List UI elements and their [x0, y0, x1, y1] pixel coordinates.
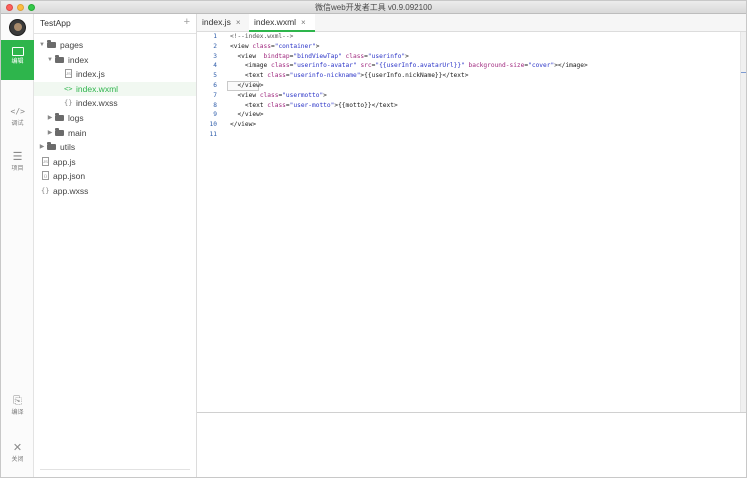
tree-item-index-wxml[interactable]: <> index.wxml	[34, 82, 196, 96]
chevron-right-icon: ▶	[47, 115, 53, 121]
explorer-header: TestApp +	[34, 14, 196, 34]
code-line: </view>	[230, 121, 257, 129]
wxss-file-icon: {}	[64, 99, 73, 107]
editor-scrollbar[interactable]	[740, 32, 746, 412]
code-editor: index.js × index.wxml × 1 2 3 4 5 6 7 8 9 …	[197, 14, 746, 477]
tree-item-label: app.wxss	[53, 186, 89, 196]
tree-item-utils[interactable]: ▶ utils	[34, 140, 196, 154]
activity-bar: 编辑 </> 调试 ☰ 项目 ⎘ 编译 ✕ 关闭	[1, 14, 34, 477]
code-line: </view>	[230, 82, 264, 89]
tree-item-label: index.js	[76, 69, 105, 79]
line-number: 2	[213, 42, 217, 50]
activity-close-label: 关闭	[11, 457, 24, 463]
tree-item-app-js[interactable]: JS app.js	[34, 155, 196, 169]
tab-label: index.wxml	[254, 17, 297, 27]
tree-item-label: utils	[60, 142, 76, 152]
close-icon: ✕	[12, 442, 23, 454]
tree-item-index-wxss[interactable]: {} index.wxss	[34, 96, 196, 110]
tree-item-label: main	[68, 128, 87, 138]
activity-compile[interactable]: ⎘ 编译	[1, 389, 34, 429]
tree-item-label: app.json	[53, 171, 86, 181]
activity-close[interactable]: ✕ 关闭	[1, 436, 34, 476]
list-icon: ☰	[12, 151, 23, 163]
chevron-right-icon: ▶	[47, 130, 53, 136]
js-file-icon: JS	[42, 157, 49, 166]
chevron-down-icon: ▼	[47, 57, 53, 63]
code-brackets-icon: </>	[10, 107, 25, 116]
code-line: </view>	[230, 111, 264, 119]
user-avatar[interactable]	[9, 19, 26, 36]
file-explorer: TestApp + ▼ pages ▼ index JS index.js <>…	[34, 14, 197, 477]
tab-index-wxml[interactable]: index.wxml ×	[249, 14, 315, 32]
scrollbar-marker	[741, 72, 746, 73]
app-window: 微信web开发者工具 v0.9.092100 编辑 </> 调试 ☰ 项目 ⎘ …	[0, 0, 747, 478]
tree-item-label: index.wxml	[76, 84, 119, 94]
code-line: <!--index.wxml-->	[230, 33, 294, 40]
code-line: <view class="container">	[230, 42, 320, 50]
code-line: <text class="userinfo-nickname">{{userIn…	[230, 72, 469, 80]
editor-tab-bar: index.js × index.wxml ×	[197, 14, 746, 32]
project-name: TestApp	[40, 18, 71, 28]
line-number: 9	[213, 111, 217, 119]
chevron-down-icon: ▼	[39, 42, 45, 48]
activity-debug-label: 调试	[11, 121, 24, 127]
tab-label: index.js	[202, 17, 231, 27]
folder-icon	[47, 40, 56, 48]
wxss-file-icon: {}	[41, 187, 50, 195]
activity-compile-label: 编译	[11, 410, 24, 416]
line-number: 4	[213, 62, 217, 70]
tree-item-label: app.js	[53, 157, 76, 167]
editor-bottom-divider	[197, 412, 746, 413]
line-number: 10	[209, 121, 217, 129]
line-number: 7	[213, 91, 217, 99]
tree-item-main[interactable]: ▶ main	[34, 126, 196, 140]
compile-icon: ⎘	[13, 395, 22, 407]
edit-icon	[11, 47, 24, 56]
activity-debug[interactable]: </> 调试	[1, 100, 34, 140]
tree-item-app-json[interactable]: {} app.json	[34, 169, 196, 183]
line-number: 3	[213, 52, 217, 60]
tree-item-pages[interactable]: ▼ pages	[34, 38, 196, 52]
line-number: 1	[213, 33, 217, 40]
activity-edit[interactable]: 编辑	[1, 40, 34, 80]
code-line: <text class="user-motto">{{motto}}</text…	[230, 101, 398, 109]
wxml-file-icon: <>	[64, 85, 73, 93]
line-number: 6	[213, 82, 217, 89]
chevron-right-icon: ▶	[39, 144, 45, 150]
window-title: 微信web开发者工具 v0.9.092100	[315, 3, 432, 12]
tab-close-icon[interactable]: ×	[301, 18, 306, 27]
tab-index-js[interactable]: index.js ×	[197, 14, 249, 32]
folder-icon	[55, 55, 64, 63]
activity-edit-label: 编辑	[11, 59, 24, 65]
code-area[interactable]: 1 2 3 4 5 6 7 8 9 10 11 <!--index.wxml--…	[197, 32, 746, 412]
tree-item-logs[interactable]: ▶ logs	[34, 111, 196, 125]
add-file-button[interactable]: +	[184, 16, 190, 29]
tree-item-index-js[interactable]: JS index.js	[34, 67, 196, 81]
tab-close-icon[interactable]: ×	[236, 18, 241, 27]
folder-icon	[55, 128, 64, 136]
folder-icon	[47, 142, 56, 150]
title-bar: 微信web开发者工具 v0.9.092100	[1, 1, 746, 14]
js-file-icon: JS	[65, 69, 72, 78]
code-line: <view bindtap="bindViewTap" class="useri…	[230, 52, 409, 60]
tree-item-label: pages	[60, 40, 84, 50]
explorer-divider	[40, 469, 190, 470]
code-line: <image class="userinfo-avatar" src="{{us…	[230, 62, 588, 70]
line-number: 11	[209, 131, 217, 138]
tree-item-label: index.wxss	[76, 98, 118, 108]
line-number: 5	[213, 72, 217, 80]
activity-project[interactable]: ☰ 项目	[1, 145, 34, 185]
json-file-icon: {}	[42, 171, 49, 180]
line-number: 8	[213, 101, 217, 109]
activity-project-label: 项目	[11, 166, 24, 172]
folder-icon	[55, 113, 64, 121]
tree-item-app-wxss[interactable]: {} app.wxss	[34, 184, 196, 198]
tree-item-label: index	[68, 55, 89, 65]
code-line: <view class="usermotto">	[230, 91, 327, 99]
tree-item-label: logs	[68, 113, 84, 123]
tree-item-index-folder[interactable]: ▼ index	[34, 53, 196, 67]
